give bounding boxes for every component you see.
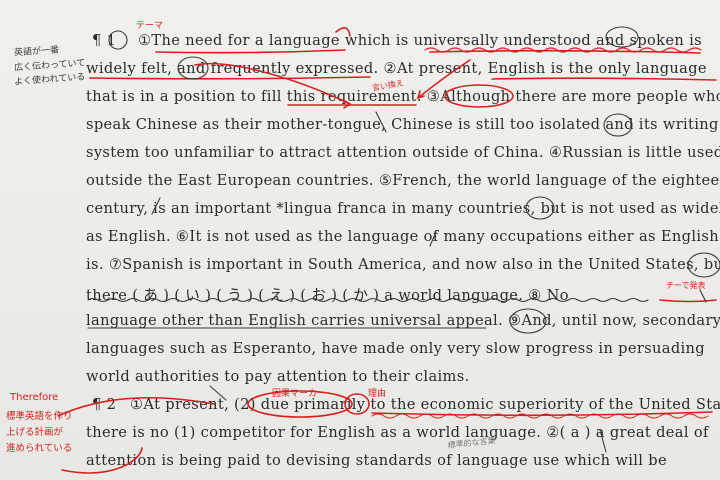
note-reason: 理由 bbox=[368, 389, 387, 399]
p2-line-3: attention is being paid to devising stan… bbox=[86, 452, 667, 469]
p1-line-9: is. ⑦Spanish is important in South Ameri… bbox=[86, 256, 720, 273]
p1-line-7: century, is an important *lingua franca … bbox=[86, 200, 720, 217]
p1-line-1: ①The need for a language which is univer… bbox=[138, 32, 702, 49]
p1-line-12: languages such as Esperanto, have made o… bbox=[86, 340, 705, 357]
p1-line-6: outside the East European countries. ⑤Fr… bbox=[86, 172, 720, 189]
p1-line-2: widely felt, and frequently expressed. ②… bbox=[86, 60, 707, 77]
p1-line-5: system too unfamiliar to attract attenti… bbox=[86, 144, 720, 161]
paragraph-2-marker: ¶ 2 bbox=[92, 396, 117, 413]
note-spanish: チーで発表 bbox=[666, 281, 706, 290]
note-theme: テーマ bbox=[136, 21, 164, 31]
textbook-page: ¶ 1 ①The need for a language which is un… bbox=[0, 0, 720, 480]
p1-line-4: speak Chinese as their mother-tongue, Ch… bbox=[86, 116, 719, 133]
p2-line-1: ①At present, (2) due primarily to the ec… bbox=[130, 396, 720, 413]
paragraph-1-marker: ¶ 1 bbox=[92, 32, 117, 49]
p1-line-13: world authorities to pay attention to th… bbox=[86, 368, 470, 385]
p1-line-3: that is in a position to fill this requi… bbox=[86, 88, 720, 105]
note-causal-marker: 因果マーカー bbox=[272, 389, 327, 399]
p2-line-2: there is no (1) competitor for English a… bbox=[86, 424, 709, 441]
p1-line-10: there ( あ ) ( い ) ( う ) ( え ) ( お ) ( か … bbox=[86, 287, 569, 304]
p1-line-11: language other than English carries univ… bbox=[86, 312, 720, 329]
p1-line-8: as English. ⑥It is not used as the langu… bbox=[86, 228, 719, 245]
